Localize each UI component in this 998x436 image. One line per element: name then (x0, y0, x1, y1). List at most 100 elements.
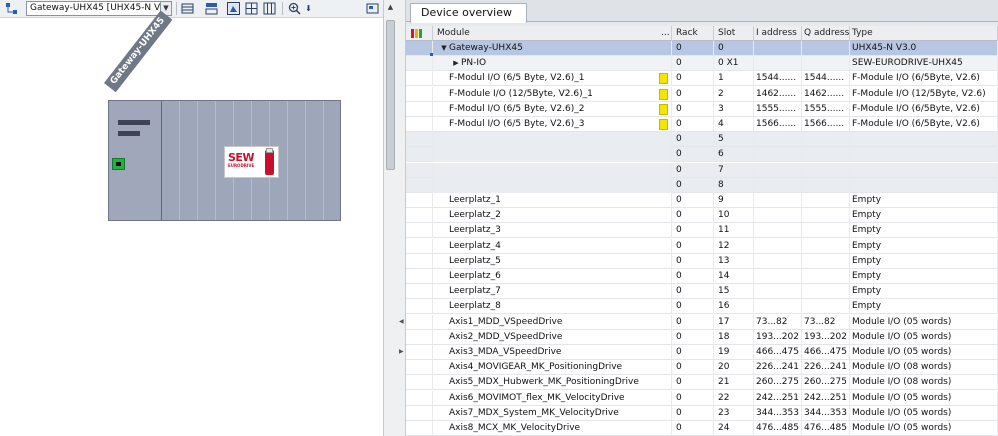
row-type-cell[interactable] (850, 177, 998, 193)
row-rack-cell[interactable]: 0 (672, 223, 714, 239)
row-module-cell[interactable]: Axis2_MDD_VSpeedDrive (433, 329, 672, 345)
row-type-cell[interactable]: UHX45-N V3.0 (850, 41, 998, 56)
row-module-cell[interactable] (433, 162, 672, 178)
row-slot-cell[interactable]: 19 (714, 345, 754, 360)
row-slot-cell[interactable]: 2 (714, 86, 754, 102)
row-slot-cell[interactable]: 7 (714, 162, 754, 178)
column-header-i-address[interactable]: I address (754, 26, 802, 41)
row-q-address-cell[interactable] (802, 238, 850, 254)
table-row[interactable]: F-Modul I/O (6/5 Byte, V2.6)_2 0 3 1555....… (406, 101, 998, 117)
row-slot-cell[interactable]: 24 (714, 421, 754, 436)
pane-splitter[interactable]: ◀ ▶ (397, 0, 406, 436)
row-slot-cell[interactable]: 22 (714, 390, 754, 406)
row-rack-cell[interactable]: 0 (672, 41, 714, 56)
row-module-cell[interactable]: Axis4_MOVIGEAR_MK_PositioningDrive (433, 360, 672, 376)
row-i-address-cell[interactable]: 476...485 (754, 421, 802, 436)
row-q-address-cell[interactable] (802, 299, 850, 315)
zoom-dropdown-icon[interactable]: ⬇ (301, 1, 316, 16)
table-row[interactable]: F-Modul I/O (6/5 Byte, V2.6)_1 0 1 1544....… (406, 71, 998, 87)
row-type-cell[interactable]: Empty (850, 299, 998, 315)
row-rack-cell[interactable]: 0 (672, 193, 714, 208)
row-rack-cell[interactable]: 0 (672, 208, 714, 224)
row-i-address-cell[interactable]: 260...275 (754, 375, 802, 391)
row-module-cell[interactable]: Axis6_MOVIMOT_flex_MK_VelocityDrive (433, 390, 672, 406)
row-slot-cell[interactable]: 6 (714, 147, 754, 163)
row-q-address-cell[interactable]: 193...202 (802, 329, 850, 345)
row-rack-cell[interactable]: 0 (672, 329, 714, 345)
column-header-module[interactable]: Module (433, 26, 672, 41)
row-rack-cell[interactable]: 0 (672, 86, 714, 102)
row-q-address-cell[interactable] (802, 147, 850, 163)
table-row[interactable]: Leerplatz_2 0 10 Empty (406, 208, 998, 224)
left-vertical-scrollbar[interactable]: ▲ (383, 0, 397, 436)
row-q-address-cell[interactable]: 476...485 (802, 421, 850, 436)
row-i-address-cell[interactable]: 1544...... (754, 71, 802, 87)
table-row[interactable]: ▼ Gateway-UHX45 0 0 UHX45-N V3.0 (406, 41, 998, 56)
device-name-label[interactable]: Gateway-UHX45 (104, 10, 173, 93)
row-q-address-cell[interactable]: 1566...... (802, 117, 850, 132)
row-type-cell[interactable] (850, 162, 998, 178)
row-i-address-cell[interactable]: 344...353 (754, 405, 802, 421)
overview-icon[interactable] (365, 1, 380, 16)
row-rack-cell[interactable]: 0 (672, 375, 714, 391)
row-rack-cell[interactable]: 0 (672, 269, 714, 284)
row-i-address-cell[interactable] (754, 269, 802, 284)
row-slot-cell[interactable]: 9 (714, 193, 754, 208)
chevron-right-icon[interactable]: ▶ (451, 56, 461, 70)
row-module-cell[interactable]: Leerplatz_4 (433, 238, 672, 254)
row-i-address-cell[interactable] (754, 238, 802, 254)
row-i-address-cell[interactable] (754, 223, 802, 239)
row-i-address-cell[interactable]: 226...241 (754, 360, 802, 376)
row-q-address-cell[interactable]: 1544...... (802, 71, 850, 87)
table-alt-icon[interactable] (262, 1, 277, 16)
column-header-slot[interactable]: Slot (714, 26, 754, 41)
row-q-address-cell[interactable]: 466...475 (802, 345, 850, 360)
row-module-cell[interactable]: Axis7_MDX_System_MK_VelocityDrive (433, 405, 672, 421)
row-rack-cell[interactable]: 0 (672, 177, 714, 193)
row-slot-cell[interactable]: 0 X1 (714, 56, 754, 72)
row-type-cell[interactable]: Empty (850, 193, 998, 208)
head-module[interactable] (109, 101, 162, 220)
row-type-cell[interactable]: Module I/O (05 words) (850, 345, 998, 360)
table-row[interactable]: Axis5_MDX_Hubwerk_MK_PositioningDrive 0 21… (406, 375, 998, 391)
collapse-right-icon[interactable]: ▶ (399, 348, 404, 355)
row-module-cell[interactable] (433, 132, 672, 148)
grid-view-icon[interactable] (180, 1, 195, 16)
row-module-cell[interactable]: Leerplatz_3 (433, 223, 672, 239)
table-row[interactable]: F-Modul I/O (6/5 Byte, V2.6)_3 0 4 1566....… (406, 117, 998, 132)
column-header-type[interactable]: Type (850, 26, 998, 41)
column-header-more[interactable]: ... (658, 26, 672, 41)
row-i-address-cell[interactable] (754, 56, 802, 72)
device-rack[interactable]: SEW EURODRIVE (108, 100, 341, 221)
row-slot-cell[interactable]: 15 (714, 284, 754, 300)
row-slot-cell[interactable]: 23 (714, 405, 754, 421)
row-q-address-cell[interactable] (802, 56, 850, 72)
filter-flag-icon[interactable] (411, 28, 425, 39)
device-selector-dropdown[interactable]: Gateway-UHX45 [UHX45-N V3.0] (26, 1, 172, 16)
table-row[interactable]: Leerplatz_5 0 13 Empty (406, 253, 998, 269)
row-i-address-cell[interactable]: 1566...... (754, 117, 802, 132)
row-module-cell[interactable]: F-Modul I/O (6/5 Byte, V2.6)_2 (433, 101, 672, 117)
row-slot-cell[interactable]: 11 (714, 223, 754, 239)
row-type-cell[interactable]: F-Module I/O (12/5Byte, V2.6) (850, 86, 998, 102)
row-i-address-cell[interactable]: 73...82 (754, 314, 802, 330)
table-row[interactable]: 08 (406, 177, 998, 193)
row-i-address-cell[interactable]: 1555...... (754, 101, 802, 117)
row-type-cell[interactable]: Empty (850, 208, 998, 224)
row-q-address-cell[interactable]: 242...251 (802, 390, 850, 406)
row-slot-cell[interactable]: 13 (714, 253, 754, 269)
row-q-address-cell[interactable] (802, 253, 850, 269)
row-type-cell[interactable]: Empty (850, 253, 998, 269)
row-i-address-cell[interactable]: 242...251 (754, 390, 802, 406)
row-rack-cell[interactable]: 0 (672, 117, 714, 132)
table-row[interactable]: 07 (406, 162, 998, 178)
row-module-cell[interactable]: Axis8_MCX_MK_VelocityDrive (433, 421, 672, 436)
row-module-cell[interactable]: Leerplatz_1 (433, 193, 672, 208)
row-rack-cell[interactable]: 0 (672, 132, 714, 148)
row-slot-cell[interactable]: 17 (714, 314, 754, 330)
row-type-cell[interactable]: F-Module I/O (6/5Byte, V2.6) (850, 71, 998, 87)
table-row[interactable]: Leerplatz_3 0 11 Empty (406, 223, 998, 239)
row-i-address-cell[interactable] (754, 208, 802, 224)
row-slot-cell[interactable]: 8 (714, 177, 754, 193)
row-slot-cell[interactable]: 10 (714, 208, 754, 224)
